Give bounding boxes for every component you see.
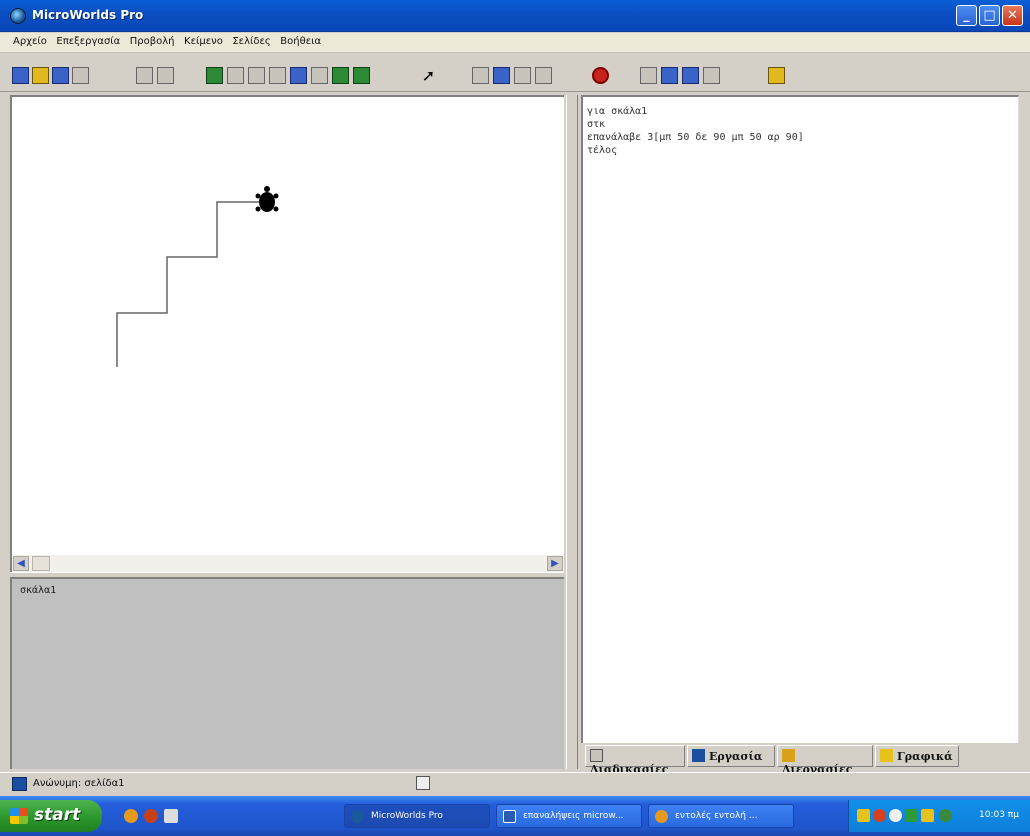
zoom-in-icon[interactable] [514, 67, 531, 84]
menu-edit[interactable]: Επεξεργασία [53, 33, 123, 47]
text-center-icon[interactable] [157, 67, 174, 84]
menu-bar: Αρχείο Επεξεργασία Προβολή Κείμενο Σελίδ… [0, 33, 1030, 53]
task-microworlds[interactable]: MicroWorlds Pro [344, 804, 490, 828]
eye-icon[interactable] [472, 67, 489, 84]
undo-icon[interactable] [703, 67, 720, 84]
menu-text[interactable]: Κείμενο [181, 33, 226, 47]
turtle-canvas[interactable] [10, 95, 564, 555]
command-center[interactable]: σκάλα1 [10, 578, 564, 769]
slider-tool-icon[interactable] [269, 67, 286, 84]
help-icon[interactable] [768, 67, 785, 84]
tab-procedures[interactable]: Διαδικασίες [585, 745, 685, 776]
quicklaunch-media-icon[interactable] [144, 809, 158, 823]
tab-label: Εργασία [709, 750, 763, 763]
windows-logo-icon [10, 808, 28, 824]
tray-icon[interactable] [873, 809, 886, 822]
tab-processes[interactable]: Διεργασίες [777, 745, 873, 776]
title-bar: MicroWorlds Pro _ □ ✕ [0, 0, 1030, 32]
task-label: επαναλήψεις microw... [523, 811, 624, 821]
minimize-button[interactable]: _ [956, 5, 977, 26]
menu-pages[interactable]: Σελίδες [229, 33, 273, 47]
cut-icon[interactable] [640, 67, 657, 84]
tray-icon[interactable] [857, 809, 870, 822]
tray-icon[interactable] [889, 809, 902, 822]
word-document-icon [503, 810, 516, 823]
system-clock[interactable]: 10:03 πμ [979, 810, 1019, 820]
windows-taskbar: start MicroWorlds Pro επαναλήψεις microw… [0, 796, 1030, 836]
status-bar: Ανώνυμη: σελίδα1 [0, 772, 1030, 794]
staircase-drawing [116, 201, 267, 367]
system-tray: 10:03 πμ [848, 800, 1030, 832]
procedures-editor[interactable]: για σκάλα1 στκ επανάλαβε 3[μπ 50 δε 90 μ… [581, 95, 1019, 743]
close-button[interactable]: ✕ [1002, 5, 1023, 26]
drawing-surface [116, 186, 279, 367]
toolbar: ➚ [0, 54, 1030, 92]
graphics-tab-icon [880, 749, 893, 762]
music-icon[interactable] [290, 67, 307, 84]
microworlds-task-icon [351, 810, 364, 823]
menu-file[interactable]: Αρχείο [10, 33, 50, 47]
quicklaunch-desktop-icon[interactable] [164, 809, 178, 823]
stop-icon[interactable] [592, 67, 609, 84]
page-toggle-icon[interactable] [416, 776, 430, 790]
tray-icon[interactable] [905, 809, 918, 822]
procedure-code: για σκάλα1 στκ επανάλαβε 3[μπ 50 δε 90 μ… [583, 105, 804, 157]
shape-center-icon[interactable] [136, 67, 153, 84]
vertical-splitter[interactable] [566, 95, 578, 769]
menu-help[interactable]: Βοήθεια [277, 33, 324, 47]
hatch-icon[interactable] [353, 67, 370, 84]
start-label: start [34, 805, 81, 825]
task-document[interactable]: επαναλήψεις microw... [496, 804, 642, 828]
browser-task-icon [655, 810, 668, 823]
button-tool-icon[interactable] [248, 67, 265, 84]
open-project-icon[interactable] [32, 67, 49, 84]
task-label: MicroWorlds Pro [371, 811, 443, 821]
new-turtle-icon[interactable] [206, 67, 223, 84]
new-project-icon[interactable] [12, 67, 29, 84]
maximize-button[interactable]: □ [979, 5, 1000, 26]
tab-project[interactable]: Εργασία [687, 745, 775, 767]
start-button[interactable]: start [0, 800, 102, 832]
menu-view[interactable]: Προβολή [127, 33, 178, 47]
save-icon[interactable] [52, 67, 69, 84]
code-line: στκ [587, 119, 606, 130]
quicklaunch-firefox-icon[interactable] [124, 809, 138, 823]
sound-icon[interactable] [311, 67, 328, 84]
code-line: για σκάλα1 [587, 106, 648, 117]
task-label: εντολές εντολή ... [675, 811, 758, 821]
project-name: Ανώνυμη: σελίδα1 [33, 778, 125, 789]
tray-icon[interactable] [921, 809, 934, 822]
project-icon [12, 777, 27, 791]
tray-icon[interactable] [939, 809, 952, 822]
project-tab-icon [692, 749, 705, 762]
text-box-icon[interactable] [227, 67, 244, 84]
copy-icon[interactable] [661, 67, 678, 84]
command-text: σκάλα1 [20, 585, 57, 596]
video-icon[interactable] [332, 67, 349, 84]
pointer-icon[interactable]: ➚ [420, 67, 437, 84]
canvas-hscrollbar[interactable]: ◀ ▶ [10, 555, 564, 572]
task-browser[interactable]: εντολές εντολή ... [648, 804, 794, 828]
code-line: τέλος [587, 145, 618, 156]
tab-label: Γραφικά [897, 750, 953, 763]
zoom-out-icon[interactable] [535, 67, 552, 84]
paste-icon[interactable] [682, 67, 699, 84]
microworlds-app-icon[interactable] [10, 8, 26, 24]
stamp-icon[interactable] [493, 67, 510, 84]
turtle-icon[interactable] [255, 186, 279, 212]
print-icon[interactable] [72, 67, 89, 84]
window-title: MicroWorlds Pro [32, 8, 144, 22]
processes-tab-icon [782, 749, 795, 762]
tab-bar: Διαδικασίες Εργασία Διεργασίες Γραφικά [581, 743, 1019, 776]
tab-graphics[interactable]: Γραφικά [875, 745, 959, 767]
procedures-tab-icon [590, 749, 603, 762]
scroll-left-button[interactable]: ◀ [13, 556, 29, 571]
code-line: επανάλαβε 3[μπ 50 δε 90 μπ 50 αρ 90] [587, 132, 804, 143]
scroll-thumb[interactable] [32, 556, 50, 571]
scroll-right-button[interactable]: ▶ [547, 556, 563, 571]
